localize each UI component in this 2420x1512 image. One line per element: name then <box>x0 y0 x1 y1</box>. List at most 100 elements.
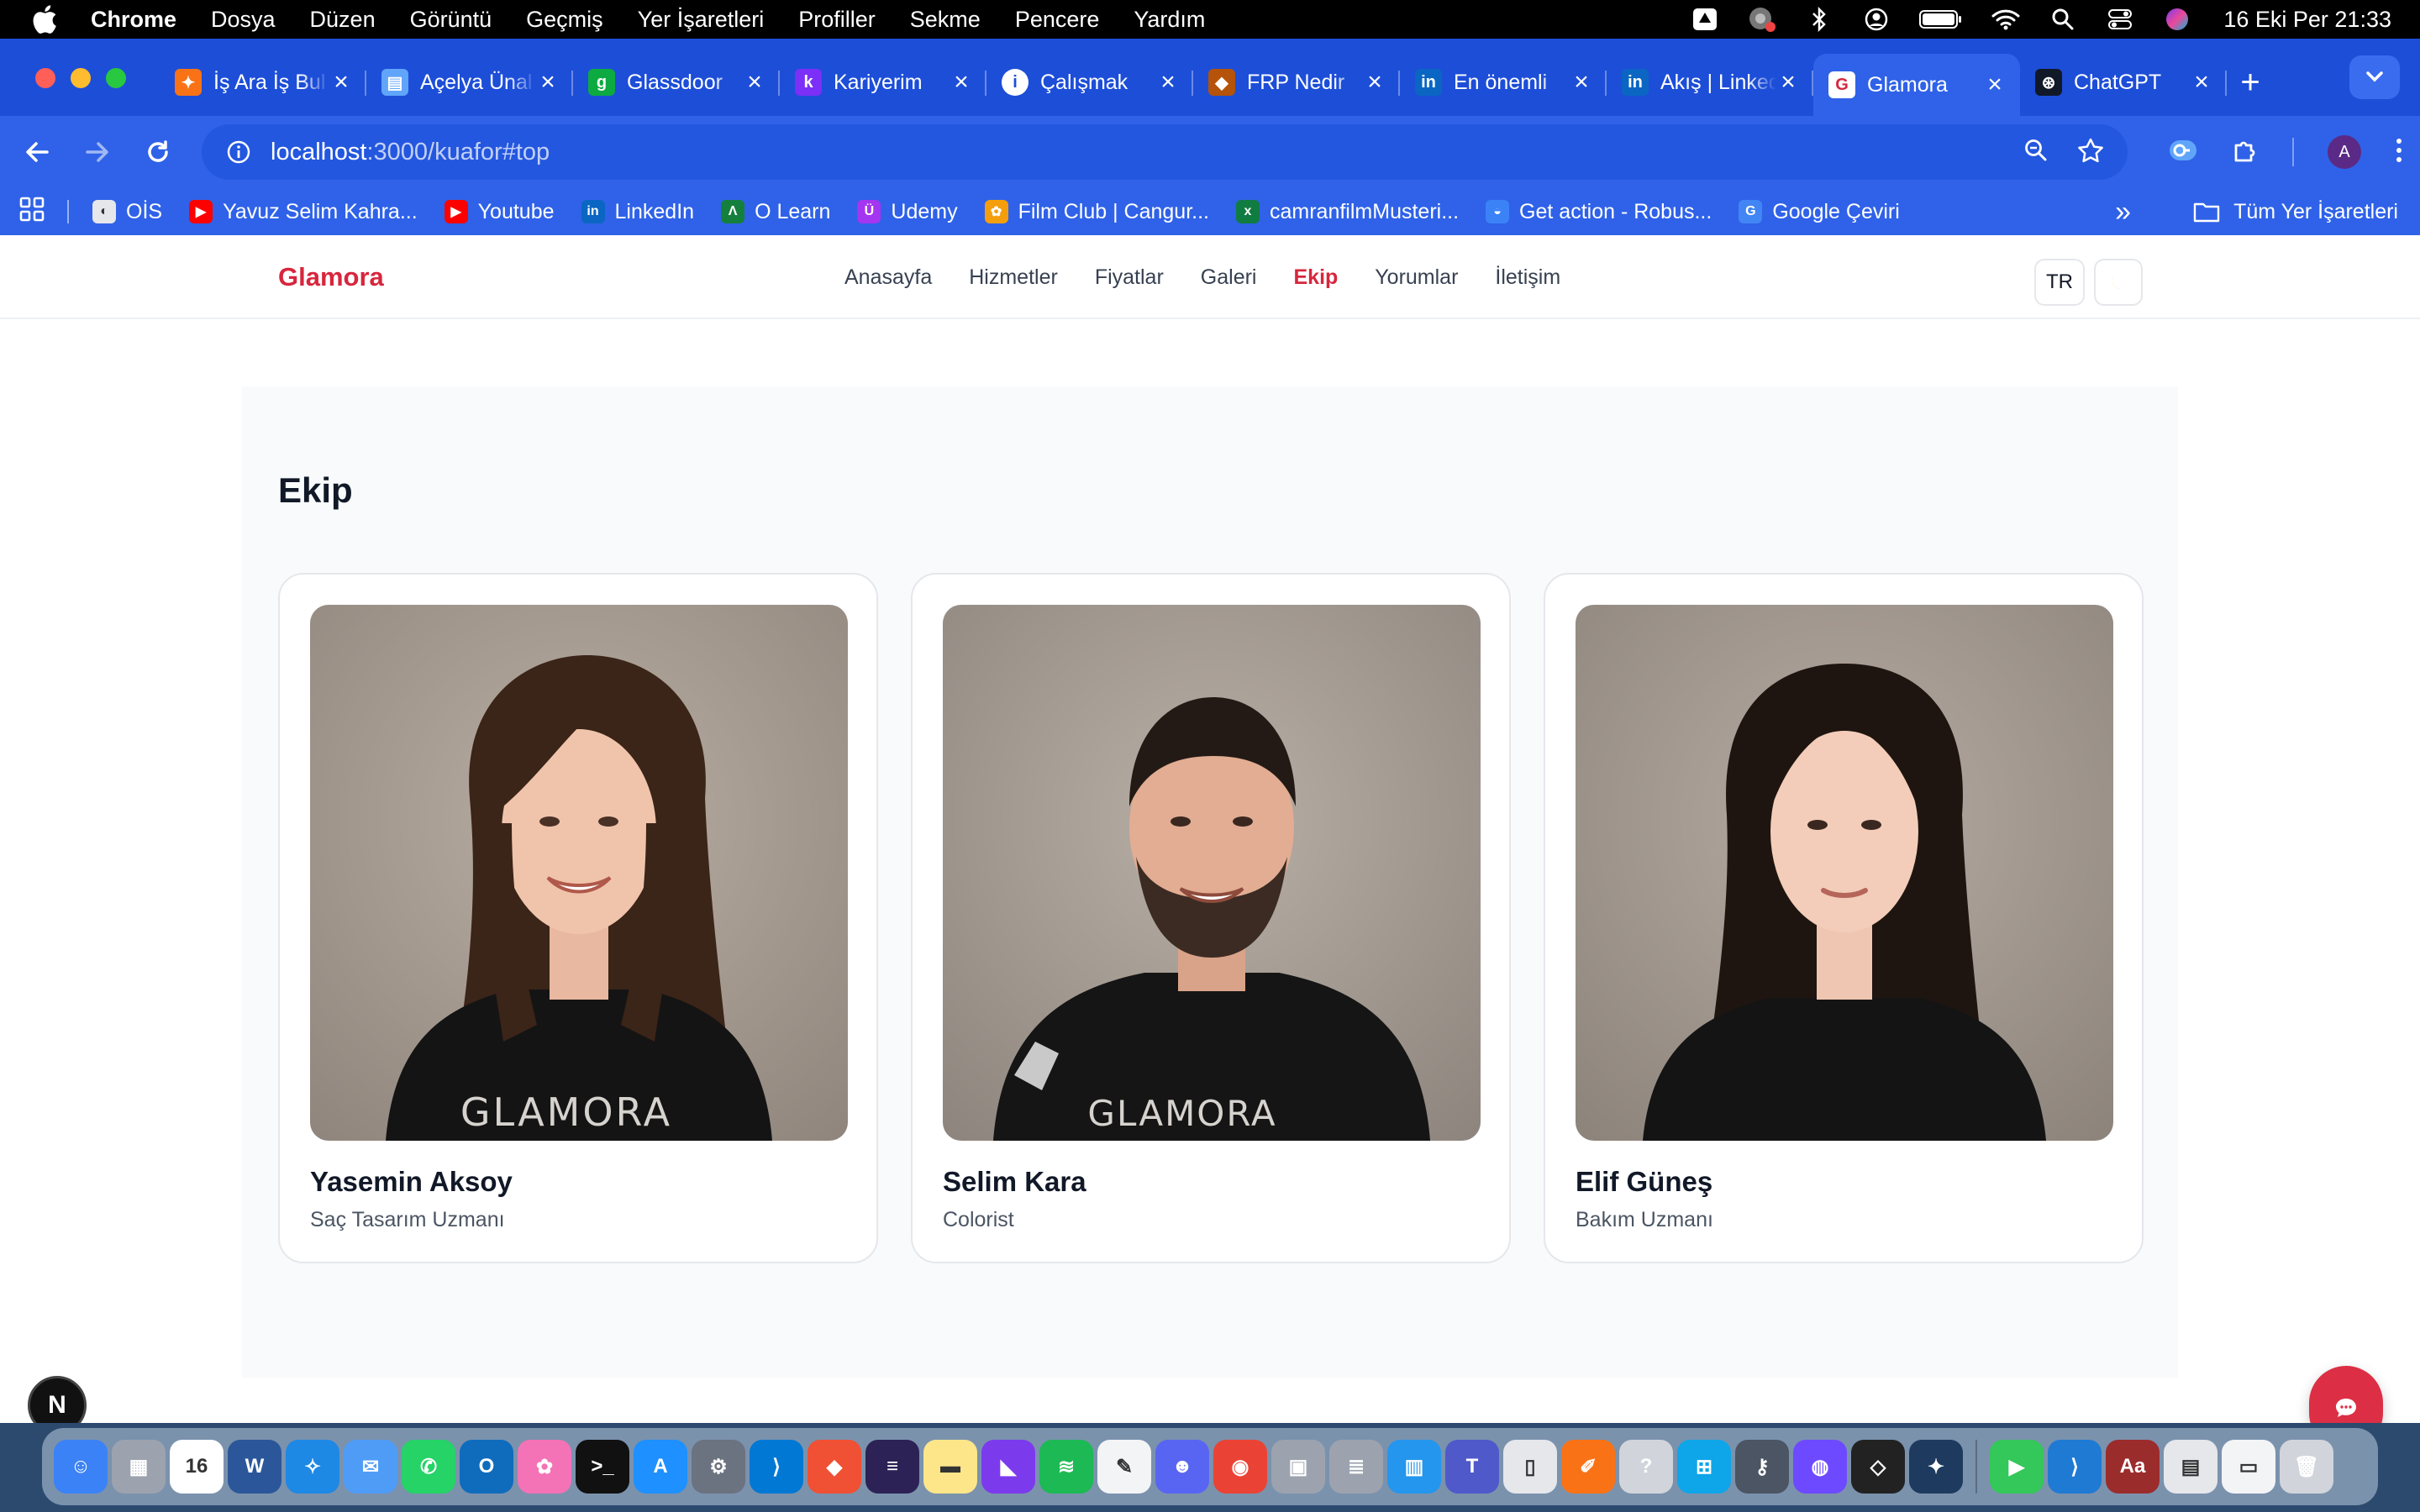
nav-link-fiyatlar[interactable]: Fiyatlar <box>1095 265 1164 290</box>
git-icon[interactable]: ◆ <box>808 1440 861 1494</box>
apple-icon[interactable] <box>32 4 62 34</box>
forward-button[interactable] <box>67 122 128 182</box>
browser-tab[interactable]: G Glamora × <box>1813 54 2020 116</box>
nav-link-hizmetler[interactable]: Hizmetler <box>969 265 1058 290</box>
textedit-icon[interactable]: ✎ <box>1097 1440 1151 1494</box>
browser-tab[interactable]: ⊛ ChatGPT × <box>2020 54 2227 111</box>
terminal-icon[interactable]: >_ <box>576 1440 629 1494</box>
mail-icon[interactable]: ✉ <box>344 1440 397 1494</box>
launchpad-icon[interactable]: ▦ <box>112 1440 166 1494</box>
menu-yer-isaretleri[interactable]: Yer İşaretleri <box>638 7 765 33</box>
calendar-icon[interactable]: 16 <box>170 1440 224 1494</box>
help-icon[interactable]: ? <box>1619 1440 1673 1494</box>
menu-goruntu[interactable]: Görüntü <box>410 7 492 33</box>
chrome-icon[interactable]: ◉ <box>1213 1440 1267 1494</box>
close-tab-icon[interactable]: × <box>1983 71 2007 98</box>
menu-profiller[interactable]: Profiller <box>798 7 876 33</box>
new-tab-button[interactable]: + <box>2227 54 2274 111</box>
screenshots-stack-icon[interactable]: ▭ <box>2222 1440 2275 1494</box>
trash-icon[interactable]: 🗑 <box>2280 1440 2333 1494</box>
theme-toggle-button[interactable] <box>2094 259 2143 306</box>
chat-widget-button[interactable] <box>2309 1366 2383 1423</box>
bluetooth-icon[interactable] <box>1805 7 1833 32</box>
spotlight-search-icon[interactable] <box>2049 7 2077 32</box>
google-drive-icon[interactable] <box>1691 7 1719 32</box>
bookmark-item[interactable]: Λ O Learn <box>721 200 830 224</box>
menu-yardim[interactable]: Yardım <box>1134 7 1205 33</box>
eclipse-icon[interactable]: ≡ <box>865 1440 919 1494</box>
outlook-icon[interactable]: O <box>460 1440 513 1494</box>
address-bar[interactable]: localhost:3000/kuafor#top <box>202 124 2128 180</box>
browser-tab[interactable]: g Glassdoor × <box>573 54 780 111</box>
nav-link-ekip[interactable]: Ekip <box>1293 265 1338 290</box>
unity-icon[interactable]: ◇ <box>1851 1440 1905 1494</box>
bookmark-item[interactable]: G Google Çeviri <box>1739 200 1900 224</box>
finder-icon[interactable]: ☺ <box>54 1440 108 1494</box>
menu-pencere[interactable]: Pencere <box>1015 7 1100 33</box>
visual-studio-icon[interactable]: ◣ <box>981 1440 1035 1494</box>
minimize-window-button[interactable] <box>71 68 91 88</box>
proton-icon[interactable]: ◍ <box>1793 1440 1847 1494</box>
notes-icon[interactable]: ▬ <box>923 1440 977 1494</box>
menu-gecmis[interactable]: Geçmiş <box>526 7 603 33</box>
zoom-icon[interactable] <box>2023 138 2049 167</box>
nextjs-dev-indicator[interactable]: N <box>28 1376 87 1423</box>
close-tab-icon[interactable]: × <box>1363 68 1386 96</box>
whatsapp-icon[interactable]: ✆ <box>402 1440 455 1494</box>
user-account-icon[interactable] <box>1862 7 1891 32</box>
apps-grid-icon[interactable] <box>18 196 49 228</box>
pencil-app-icon[interactable]: ✐ <box>1561 1440 1615 1494</box>
menu-app-chrome[interactable]: Chrome <box>91 7 176 33</box>
windows-app-icon[interactable]: ⊞ <box>1677 1440 1731 1494</box>
docker-icon[interactable]: ▥ <box>1387 1440 1441 1494</box>
address-url[interactable]: localhost:3000/kuafor#top <box>271 139 550 166</box>
preview-icon[interactable]: ▣ <box>1271 1440 1325 1494</box>
vscode-insiders-icon[interactable]: ⟩ <box>2048 1440 2102 1494</box>
menu-sekme[interactable]: Sekme <box>910 7 981 33</box>
close-tab-icon[interactable]: × <box>1156 68 1180 96</box>
screen-record-icon[interactable] <box>1748 7 1776 32</box>
close-tab-icon[interactable]: × <box>950 68 973 96</box>
browser-tab[interactable]: in Akış | LinkedIn× <box>1607 54 1813 111</box>
wifi-icon[interactable] <box>1991 7 2020 32</box>
mysql-workbench-icon[interactable]: ✦ <box>1909 1440 1963 1494</box>
close-tab-icon[interactable]: × <box>536 68 560 96</box>
bookmark-item[interactable]: x camranfilmMusteri... <box>1236 200 1459 224</box>
tab-search-button[interactable] <box>2349 55 2400 99</box>
bookmark-item[interactable]: in LinkedIn <box>581 200 694 224</box>
back-button[interactable] <box>7 122 67 182</box>
close-window-button[interactable] <box>35 68 55 88</box>
keychain-icon[interactable]: ⚷ <box>1735 1440 1789 1494</box>
spotify-icon[interactable]: ≋ <box>1039 1440 1093 1494</box>
more-bookmarks-button[interactable]: » <box>2115 188 2131 235</box>
bookmark-star-icon[interactable] <box>2077 138 2104 167</box>
browser-tab[interactable]: ◆ FRP Nedir × <box>1193 54 1400 111</box>
nav-link-anasayfa[interactable]: Anasayfa <box>844 265 932 290</box>
profile-avatar[interactable]: A <box>2328 135 2361 169</box>
nav-link-iletisim[interactable]: İletişim <box>1495 265 1560 290</box>
system-settings-icon[interactable]: ⚙ <box>692 1440 745 1494</box>
close-tab-icon[interactable]: × <box>1776 68 1800 96</box>
browser-tab[interactable]: in En önemli × <box>1400 54 1607 111</box>
database-icon[interactable]: ≣ <box>1329 1440 1383 1494</box>
zoom-window-button[interactable] <box>106 68 126 88</box>
bookmark-item[interactable]: Ü Udemy <box>857 200 958 224</box>
teams-icon[interactable]: T <box>1445 1440 1499 1494</box>
chrome-menu-icon[interactable] <box>2395 137 2403 168</box>
browser-tab[interactable]: k Kariyerim × <box>780 54 986 111</box>
vscode-icon[interactable]: ⟩ <box>750 1440 803 1494</box>
siri-icon[interactable] <box>2163 7 2191 32</box>
browser-tab[interactable]: ▤ Açelya Ünal × <box>366 54 573 111</box>
menu-duzen[interactable]: Düzen <box>310 7 376 33</box>
site-brand-logo[interactable]: Glamora <box>278 235 384 319</box>
language-toggle-button[interactable]: TR <box>2034 259 2085 306</box>
facetime-icon[interactable]: ▶ <box>1990 1440 2044 1494</box>
reload-button[interactable] <box>128 122 188 182</box>
bookmark-item[interactable]: ◒ Get action - Robus... <box>1486 200 1712 224</box>
nav-link-galeri[interactable]: Galeri <box>1201 265 1257 290</box>
discord-icon[interactable]: ☻ <box>1155 1440 1209 1494</box>
dictionary-icon[interactable]: Aa <box>2106 1440 2160 1494</box>
downloads-stack-icon[interactable]: ▤ <box>2164 1440 2217 1494</box>
bookmark-item[interactable]: ✿ Film Club | Cangur... <box>984 200 1209 224</box>
browser-tab[interactable]: ✦ İş Ara İş Bul × <box>160 54 366 111</box>
